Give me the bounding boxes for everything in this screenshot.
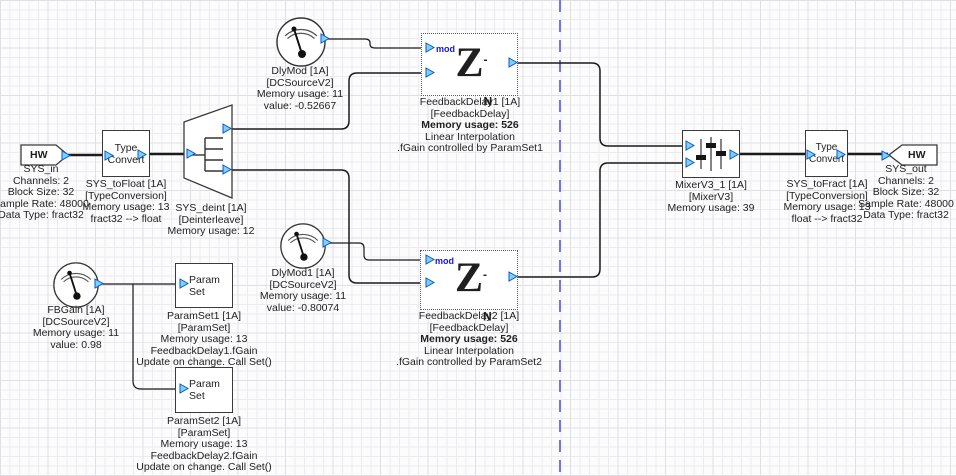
feedbackdelay2-output-port[interactable] [508,271,518,282]
mixer-input-port-2[interactable] [685,157,695,168]
paramset2-input-port[interactable] [179,383,189,394]
dlymod1-output-port[interactable] [322,237,332,248]
design-canvas[interactable]: HW SYS_inChannels: 2 Block Size: 32Sampl… [0,0,956,476]
paramset1-input-port[interactable] [179,278,189,289]
feedbackdelay1-block[interactable]: mod Z-N [421,33,518,96]
fbgain-block[interactable] [52,261,100,309]
sys-in-hw-label: HW [30,149,48,161]
feedbackdelay2-caption: FeedbackDelay2 [1A][FeedbackDelay] Memor… [374,311,564,369]
mod-port-label: mod [435,256,454,266]
mod-port-label: mod [436,44,455,54]
sys-tofloat-input-port[interactable] [104,150,114,161]
feedbackdelay1-mod-port[interactable] [425,42,435,53]
dlymod-output-port[interactable] [320,33,330,44]
mixer-input-port-1[interactable] [685,140,695,151]
mixer-output-port[interactable] [729,149,739,160]
feedbackdelay1-input-port[interactable] [425,67,435,78]
delay-z-icon: Z-N [455,42,483,84]
sys-out-input-port[interactable] [881,150,891,161]
sys-deint-caption: SYS_deint [1A][Deinterleave] Memory usag… [116,203,306,238]
feedbackdelay2-mod-port[interactable] [425,254,435,265]
sys-tofloat-output-port[interactable] [137,149,147,160]
sys-tofract-input-port[interactable] [806,149,816,160]
dlymod-caption: DlyMod [1A][DCSourceV2] Memory usage: 11… [205,66,395,112]
paramset2-caption: ParamSet2 [1A][ParamSet] Memory usage: 1… [109,416,299,474]
sys-deint-output-port-1[interactable] [222,123,232,134]
paramset1-caption: ParamSet1 [1A][ParamSet] Memory usage: 1… [109,311,299,369]
feedbackdelay1-caption: FeedbackDelay1 [1A][FeedbackDelay] Memor… [375,97,565,155]
wire-dlymod1-to-feedbackdelay2-mod[interactable] [329,243,424,260]
fbgain-output-port[interactable] [94,278,104,289]
feedbackdelay2-input-port[interactable] [425,277,435,288]
sys-deint-input-port[interactable] [186,148,196,159]
delay-z-icon: Z-N [455,257,483,299]
wire-dlymod-to-feedbackdelay1-mod[interactable] [328,39,424,48]
sys-deint-output-port-2[interactable] [222,164,232,175]
sys-tofract-output-port[interactable] [836,149,846,160]
dlymod1-block[interactable] [279,222,327,270]
sys-out-caption: SYS_outChannels: 2 Block Size: 32Sample … [811,164,956,222]
sys-out-hw-label: HW [908,149,926,161]
feedbackdelay1-output-port[interactable] [508,57,518,68]
sys-in-output-port[interactable] [61,150,71,161]
dlymod1-caption: DlyMod1 [1A][DCSourceV2] Memory usage: 1… [208,268,398,314]
